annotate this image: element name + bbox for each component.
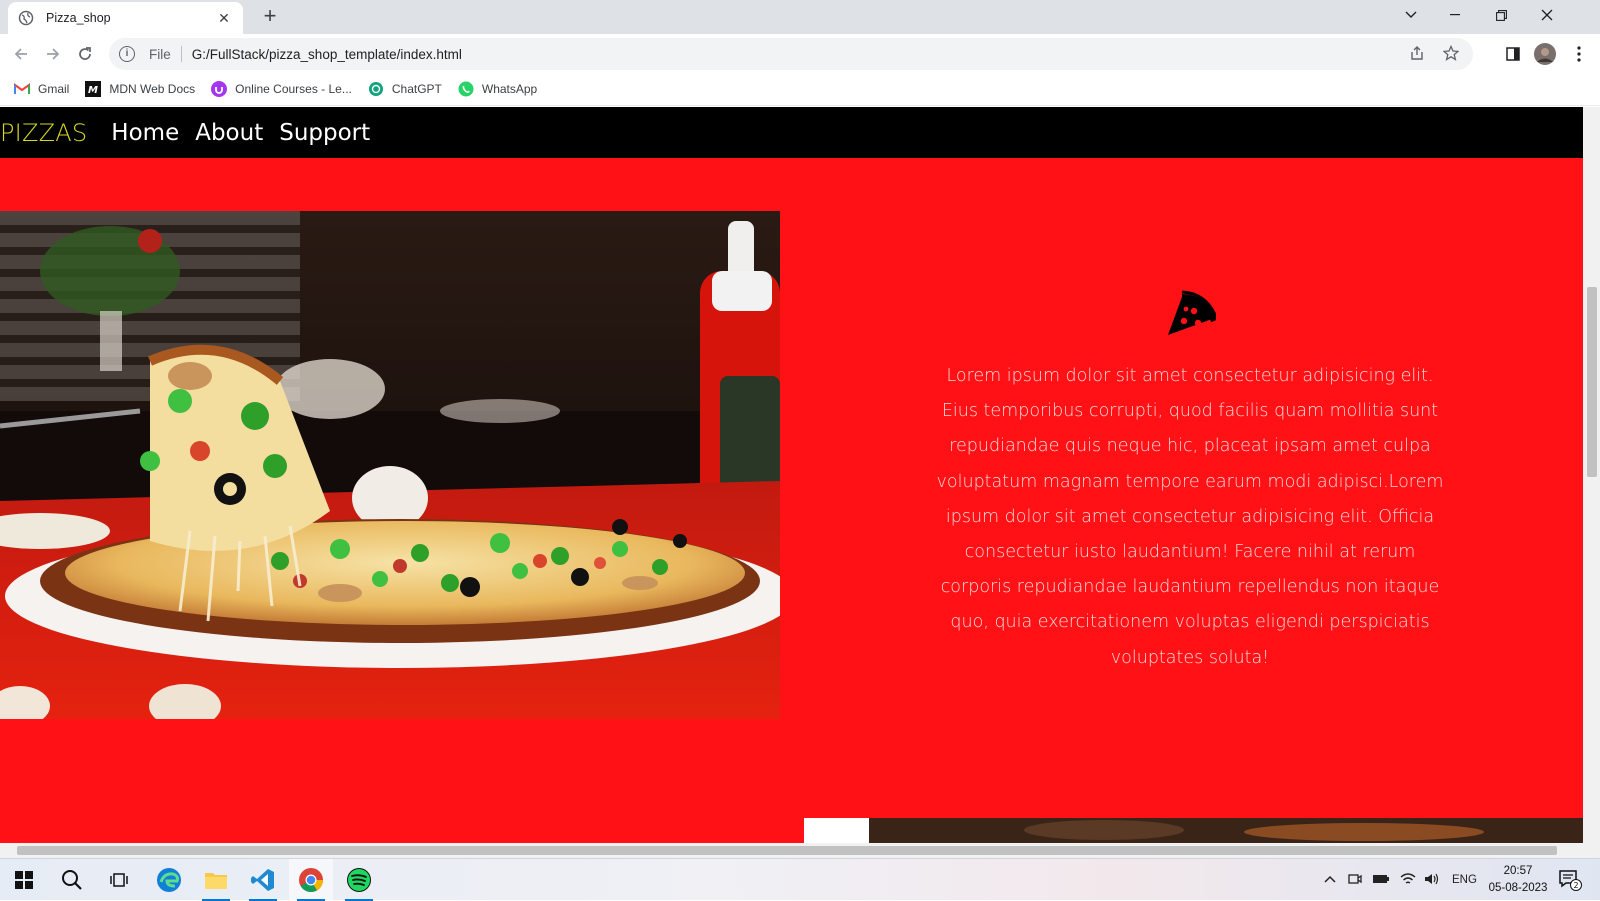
bookmark-chatgpt[interactable]: ChatGPT xyxy=(368,81,442,97)
meet-now-icon[interactable] xyxy=(1348,872,1362,889)
reload-icon[interactable] xyxy=(72,41,98,67)
address-scheme: File xyxy=(149,46,171,62)
bookmark-label: Gmail xyxy=(38,81,70,96)
chevron-up-icon[interactable] xyxy=(1324,874,1336,886)
notification-center-icon[interactable]: 2 xyxy=(1548,859,1592,901)
file-explorer-icon[interactable] xyxy=(194,859,238,901)
task-view-icon[interactable] xyxy=(97,859,141,901)
globe-icon xyxy=(18,10,34,26)
address-bar[interactable]: i File G:/FullStack/pizza_shop_template/… xyxy=(109,38,1473,70)
horizontal-scroll-thumb[interactable] xyxy=(17,846,1557,855)
spotify-icon[interactable] xyxy=(337,859,381,901)
site-info-icon[interactable]: i xyxy=(119,46,135,62)
bookmark-whatsapp[interactable]: WhatsApp xyxy=(458,81,537,97)
share-icon[interactable] xyxy=(1409,45,1425,65)
address-separator xyxy=(180,46,182,62)
clock-date: 05-08-2023 xyxy=(1488,882,1548,894)
bookmark-udemy[interactable]: Online Courses - Le... xyxy=(211,80,352,97)
browser-toolbar: i File G:/FullStack/pizza_shop_template/… xyxy=(0,34,1600,72)
new-tab-button[interactable]: + xyxy=(258,5,282,29)
windows-taskbar: ENG 20:57 05-08-2023 2 xyxy=(0,858,1600,901)
close-window-icon[interactable] xyxy=(1524,0,1570,30)
pizza-slice-icon xyxy=(1168,290,1216,335)
about-text: Lorem ipsum dolor sit amet consectetur a… xyxy=(936,366,1444,668)
vscode-icon[interactable] xyxy=(241,859,285,901)
svg-text:M: M xyxy=(88,85,98,96)
bookmark-gmail[interactable]: Gmail xyxy=(14,81,69,97)
vertical-scroll-thumb[interactable] xyxy=(1587,287,1597,477)
close-tab-icon[interactable]: ✕ xyxy=(215,10,233,27)
language-indicator[interactable]: ENG xyxy=(1452,874,1477,886)
forward-icon[interactable] xyxy=(40,41,66,67)
back-icon[interactable] xyxy=(8,41,34,67)
chatgpt-icon xyxy=(368,81,384,97)
edge-icon[interactable] xyxy=(147,859,191,901)
bookmarks-bar: Gmail M MDN Web Docs Online Courses - Le… xyxy=(0,72,1600,106)
start-icon[interactable] xyxy=(2,859,46,901)
nav-link-home[interactable]: Home xyxy=(111,120,179,146)
gmail-icon xyxy=(14,81,30,97)
tab-title: Pizza_shop xyxy=(46,11,111,25)
nav-link-support[interactable]: Support xyxy=(279,120,370,146)
chrome-icon[interactable] xyxy=(289,859,333,901)
browser-tab[interactable]: Pizza_shop ✕ xyxy=(8,2,243,34)
nav-link-about[interactable]: About xyxy=(195,120,263,146)
horizontal-scrollbar[interactable] xyxy=(0,843,1600,858)
site-navbar: PIZZAS Home About Support xyxy=(0,107,1583,158)
address-url[interactable]: G:/FullStack/pizza_shop_template/index.h… xyxy=(192,47,462,62)
bookmark-label: WhatsApp xyxy=(481,81,538,96)
battery-icon[interactable] xyxy=(1372,873,1390,888)
tab-search-icon[interactable] xyxy=(1388,0,1434,30)
brand-logo[interactable]: PIZZAS xyxy=(0,119,87,147)
vertical-scrollbar[interactable] xyxy=(1583,107,1600,843)
profile-avatar[interactable] xyxy=(1532,41,1558,67)
bookmark-label: ChatGPT xyxy=(391,81,442,96)
page-viewport: PIZZAS Home About Support Lorem ipsum do… xyxy=(0,107,1583,843)
browser-menu-icon[interactable] xyxy=(1566,41,1592,67)
minimize-icon[interactable] xyxy=(1432,0,1478,30)
pizza-photo xyxy=(0,211,780,719)
system-tray: ENG xyxy=(1324,859,1477,901)
tab-strip: Pizza_shop ✕ + xyxy=(0,0,1600,34)
bookmark-mdn[interactable]: M MDN Web Docs xyxy=(85,80,196,97)
volume-icon[interactable] xyxy=(1424,872,1440,889)
about-section: Lorem ipsum dolor sit amet consectetur a… xyxy=(930,287,1450,676)
clock-time: 20:57 xyxy=(1503,865,1533,877)
bookmark-label: MDN Web Docs xyxy=(109,81,196,96)
bookmark-star-icon[interactable] xyxy=(1442,44,1460,65)
wifi-icon[interactable] xyxy=(1400,872,1416,889)
search-icon[interactable] xyxy=(50,859,94,901)
notification-count: 2 xyxy=(1573,881,1578,890)
side-panel-icon[interactable] xyxy=(1500,41,1526,67)
taskbar-clock[interactable]: 20:57 05-08-2023 xyxy=(1478,863,1558,897)
next-section-image xyxy=(804,818,1583,843)
mdn-icon: M xyxy=(85,80,102,97)
udemy-icon xyxy=(211,80,228,97)
whatsapp-icon xyxy=(458,81,474,97)
restore-icon[interactable] xyxy=(1478,0,1524,30)
bookmark-label: Online Courses - Le... xyxy=(235,81,352,96)
